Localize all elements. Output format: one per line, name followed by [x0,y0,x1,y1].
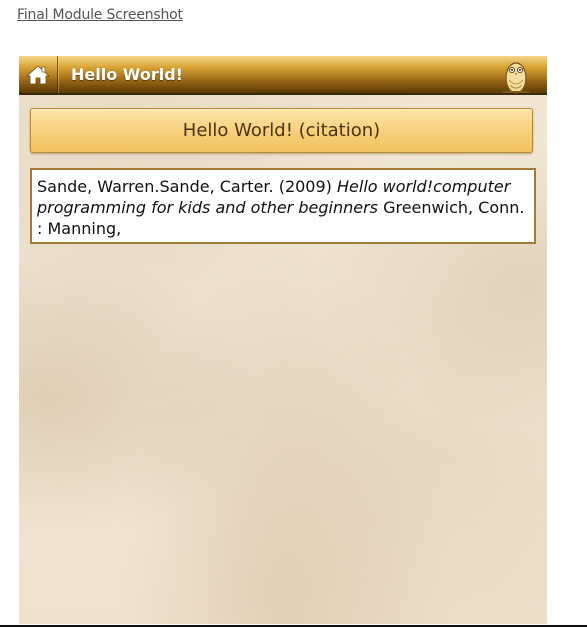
header-title: Hello World! [71,65,183,84]
owl-icon [503,62,529,94]
citation-authors-year: Sande, Warren.Sande, Carter. (2009) [37,177,332,196]
home-button[interactable] [19,56,58,93]
app-screen: Hello World! Hello World! (citation) San… [19,56,547,624]
final-module-screenshot-link[interactable]: Final Module Screenshot [17,7,183,23]
home-icon [26,64,50,84]
citation-button[interactable]: Hello World! (citation) [30,108,533,153]
app-header: Hello World! [19,56,547,95]
citation-text: Sande, Warren.Sande, Carter. (2009) Hell… [30,168,536,244]
